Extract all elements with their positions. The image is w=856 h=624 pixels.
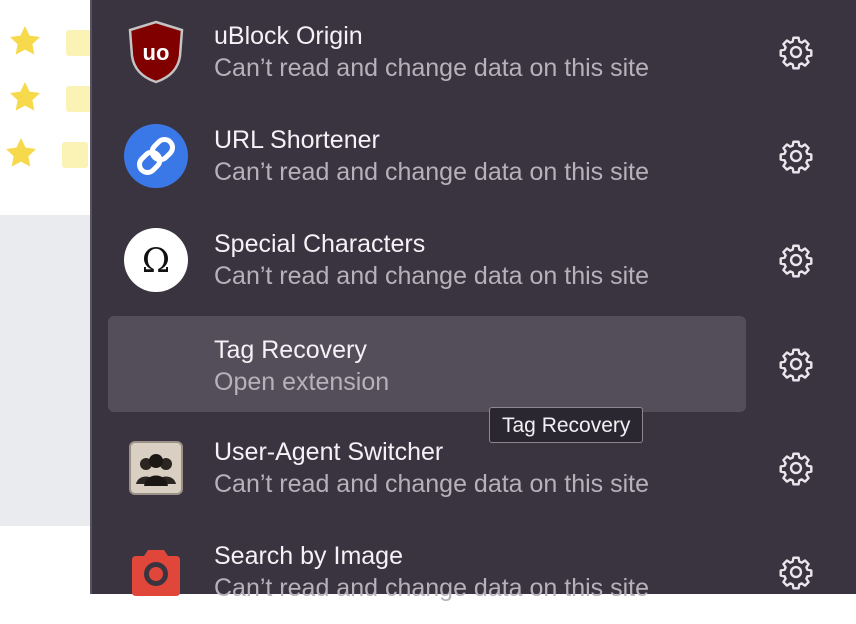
- gear-icon[interactable]: [778, 242, 814, 278]
- extension-name: URL Shortener: [214, 126, 380, 154]
- extension-status: Can’t read and change data on this site: [214, 574, 650, 602]
- rating-bar: [62, 142, 88, 168]
- star-icon: [6, 138, 36, 167]
- extension-status: Can’t read and change data on this site: [214, 262, 650, 290]
- background-page: [0, 0, 92, 594]
- extension-status: Can’t read and change data on this site: [214, 54, 650, 82]
- svg-text:Ω: Ω: [142, 241, 170, 281]
- user-agent-icon: [124, 436, 188, 500]
- gear-icon[interactable]: [778, 554, 814, 590]
- extension-item-tag-recovery[interactable]: Tag Recovery Open extension: [92, 304, 856, 412]
- extension-status: Open extension: [214, 368, 390, 396]
- extension-name: Tag Recovery: [214, 336, 367, 364]
- rating-bar: [66, 86, 92, 112]
- gear-icon[interactable]: [778, 450, 814, 486]
- extension-item-url-shortener[interactable]: URL Shortener Can’t read and change data…: [92, 104, 856, 208]
- extension-name: uBlock Origin: [214, 22, 363, 50]
- camera-icon: [124, 540, 188, 604]
- svg-text:uo: uo: [143, 40, 170, 65]
- extension-item-search-by-image[interactable]: Search by Image Can’t read and change da…: [92, 520, 856, 624]
- background-gray-section: [0, 215, 92, 526]
- extension-status: Can’t read and change data on this site: [214, 158, 650, 186]
- extension-item-user-agent-switcher[interactable]: User-Agent Switcher Can’t read and chang…: [92, 416, 856, 520]
- rating-row: [4, 136, 88, 170]
- tooltip: Tag Recovery: [489, 407, 644, 443]
- extensions-panel: uo uBlock Origin Can’t read and change d…: [90, 0, 856, 602]
- star-icon: [10, 26, 40, 55]
- extension-name: Search by Image: [214, 542, 403, 570]
- background-rating-panel: [0, 0, 92, 215]
- extension-name: Special Characters: [214, 230, 426, 258]
- gear-icon[interactable]: [778, 138, 814, 174]
- extension-item-ublock-origin[interactable]: uo uBlock Origin Can’t read and change d…: [92, 0, 856, 104]
- chain-link-icon: [124, 124, 188, 188]
- rating-row: [8, 80, 92, 114]
- extension-status: Can’t read and change data on this site: [214, 470, 650, 498]
- background-bottom-section: [0, 526, 92, 594]
- omega-icon: Ω: [124, 228, 188, 292]
- extension-name: User-Agent Switcher: [214, 438, 444, 466]
- extension-item-special-characters[interactable]: Ω Special Characters Can’t read and chan…: [92, 208, 856, 312]
- gear-icon[interactable]: [778, 346, 814, 382]
- ublock-shield-icon: uo: [124, 20, 188, 84]
- star-icon: [10, 82, 40, 111]
- hover-highlight: [108, 316, 746, 412]
- gear-icon[interactable]: [778, 34, 814, 70]
- rating-bar: [66, 30, 92, 56]
- rating-row: [8, 24, 92, 58]
